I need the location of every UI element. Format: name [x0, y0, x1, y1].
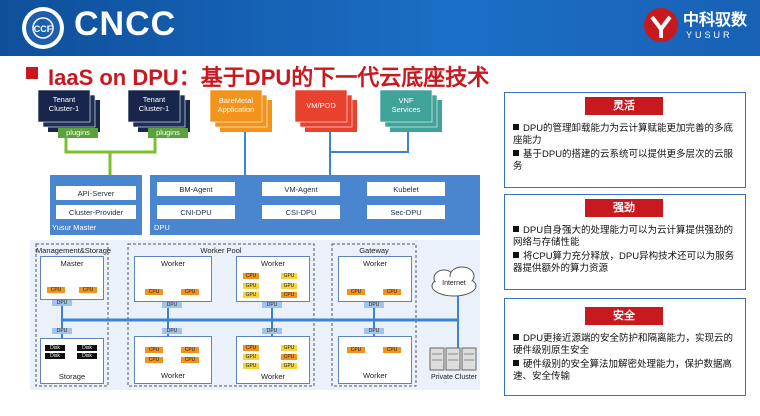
cpu-chip: CPU — [243, 345, 259, 351]
worker-node-3: CPU CPU CPU CPU Worker — [134, 336, 212, 384]
panel-title: 强劲 — [585, 199, 663, 217]
cpu-chip: CPU — [181, 357, 199, 363]
panel-flexible: 灵活 DPU的管理卸载能力为云计算赋能更加完善的多底座能力 基于DPU的搭建的云… — [504, 92, 746, 188]
worker-label: Worker — [160, 259, 186, 268]
dpu-chip: DPU — [162, 302, 182, 308]
panel-security: 安全 DPU更接近源端的安全防护和隔离能力，实现云的硬件级别原生安全 硬件级别的… — [504, 298, 746, 396]
yusur-logo-icon — [644, 8, 678, 42]
mgmt-storage-label: Management&Storage — [36, 246, 112, 255]
tenant-cluster-1-label: Tenant Cluster-1 — [48, 95, 80, 113]
master-label: Master — [60, 259, 84, 268]
gpu-chip: GPU — [243, 283, 259, 289]
worker-node-1: Worker CPU CPU — [134, 256, 212, 302]
panel-item: 基于DPU的搭建的云系统可以提供更多层次的云服务 — [513, 149, 734, 172]
cpu-chip: CPU — [145, 357, 163, 363]
gateway-worker-node-2: CPU CPU Worker — [338, 336, 412, 384]
disk-chip: Disk — [77, 353, 97, 359]
brand-name-cn: 中科驭数 — [683, 12, 748, 29]
cpu-chip: CPU — [281, 292, 297, 298]
cpu-chip: CPU — [243, 273, 259, 279]
bm-agent-box: BM-Agent — [179, 185, 213, 194]
cpu-chip: CPU — [145, 347, 163, 353]
dpu-chip: DPU — [52, 328, 72, 334]
tenant-connector — [64, 138, 157, 175]
gateway-label: Gateway — [359, 246, 389, 255]
internet-label: Internet — [442, 280, 466, 287]
plugins-label-2: plugins — [156, 128, 180, 137]
cni-dpu-box: CNI-DPU — [180, 208, 212, 217]
dpu-chip: DPU — [262, 302, 282, 308]
panel-title: 安全 — [585, 307, 663, 325]
cpu-chip: CPU — [383, 347, 401, 353]
panel-item: DPU的管理卸载能力为云计算赋能更加完善的多底座能力 — [513, 123, 734, 146]
app-connector — [244, 128, 409, 175]
dpu-chip: DPU — [262, 328, 282, 334]
plugins-label: plugins — [66, 128, 90, 137]
panel-powerful: 强劲 DPU自身强大的处理能力可以为云计算提供强劲的网络与存储性能 将CPU算力… — [504, 194, 746, 290]
gpu-chip: GPU — [281, 283, 297, 289]
gpu-chip: GPU — [281, 345, 297, 351]
cpu-chip: CPU — [347, 347, 365, 353]
gpu-chip: GPU — [243, 363, 259, 369]
cluster-provider-box: Cluster-Provider — [68, 208, 124, 217]
cpu-chip: CPU — [181, 289, 199, 295]
worker-pool-label: Worker Pool — [200, 246, 242, 255]
panel-item: 硬件级别的安全算法加解密处理能力，保护数据高速、安全传输 — [513, 359, 733, 382]
panel-item: DPU更接近源端的安全防护和隔离能力，实现云的硬件级别原生安全 — [513, 333, 734, 356]
vm-pod-label: VM/POD — [306, 101, 336, 110]
gpu-chip: GPU — [281, 273, 297, 279]
baremetal-app-label: BareMetal Application — [217, 96, 255, 114]
gateway-worker-node: Worker CPU CPU — [338, 256, 412, 302]
panel-title: 灵活 — [585, 97, 663, 115]
cpu-chip: CPU — [347, 289, 365, 295]
dpu-chip: DPU — [364, 328, 384, 334]
vnf-services-label: VNF Services — [391, 96, 421, 114]
private-cluster-icon — [429, 347, 477, 371]
slide: { "header":{"logo_text":"CNCC","org_logo… — [0, 0, 760, 416]
disk-chip: Disk — [45, 353, 65, 359]
storage-node: Disk Disk Disk Disk Storage — [40, 338, 104, 384]
master-node: Master CPU CPU — [40, 256, 104, 300]
gpu-chip: GPU — [243, 292, 259, 298]
worker-label: Worker — [260, 259, 286, 268]
cpu-chip: CPU — [47, 287, 65, 293]
cpu-chip: CPU — [281, 354, 297, 360]
brand-name-en: YUSUR — [686, 30, 733, 40]
cpu-chip: CPU — [79, 287, 97, 293]
gpu-chip: GPU — [243, 354, 259, 360]
csi-dpu-box: CSI-DPU — [285, 208, 317, 217]
cpu-chip: CPU — [383, 289, 401, 295]
storage-label: Storage — [58, 372, 86, 381]
worker-node-2: Worker CPU GPU GPU GPU GPU CPU — [236, 256, 310, 302]
vm-agent-box: VM-Agent — [284, 185, 318, 194]
worker-node-4: CPU GPU GPU CPU GPU GPU Worker — [236, 336, 310, 384]
worker-label: Worker — [260, 372, 286, 381]
worker-label: Worker — [362, 371, 388, 380]
worker-label: Worker — [160, 371, 186, 380]
yusur-master-label: Yusur Master — [52, 223, 97, 232]
cpu-chip: CPU — [145, 289, 163, 295]
gpu-chip: GPU — [281, 363, 297, 369]
kubelet-box: Kubelet — [393, 185, 419, 194]
dpu-chip: DPU — [52, 300, 72, 306]
dpu-chip: DPU — [162, 328, 182, 334]
api-server-box: API-Server — [77, 189, 115, 198]
dpu-label: DPU — [154, 223, 170, 232]
sec-dpu-box: Sec-DPU — [390, 208, 422, 217]
disk-chip: Disk — [45, 345, 65, 351]
panel-item: DPU自身强大的处理能力可以为云计算提供强劲的网络与存储性能 — [513, 225, 734, 248]
panel-item: 将CPU算力充分释放，DPU异构技术还可以为服务器提供额外的算力资源 — [513, 251, 735, 274]
dpu-chip: DPU — [364, 302, 384, 308]
private-cluster-label: Private Cluster — [431, 374, 477, 381]
worker-label: Worker — [362, 259, 388, 268]
cpu-chip: CPU — [181, 347, 199, 353]
disk-chip: Disk — [77, 345, 97, 351]
tenant-cluster-2-label: Tenant Cluster-1 — [138, 95, 170, 113]
